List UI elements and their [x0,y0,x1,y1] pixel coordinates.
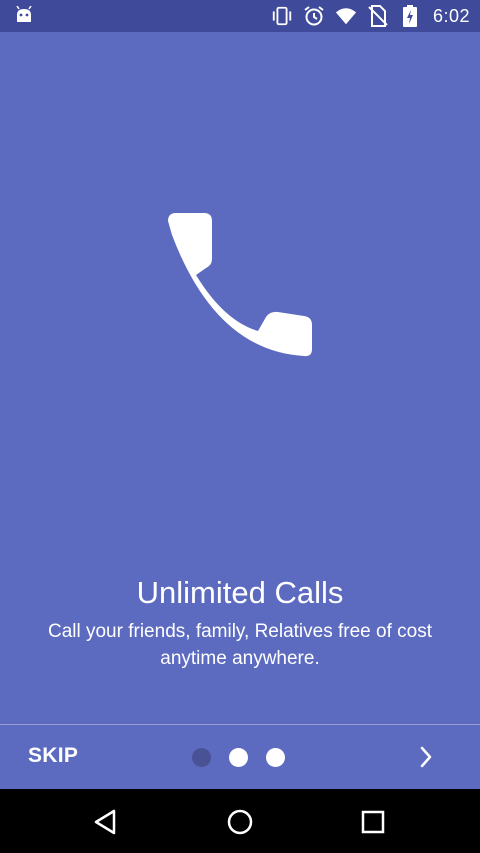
alarm-icon [303,5,325,27]
home-icon [227,809,253,835]
battery-charging-icon [399,5,421,27]
wifi-icon [335,5,357,27]
status-time: 6:02 [432,5,470,26]
navigation-bar [0,789,480,853]
chevron-right-icon [420,746,432,768]
onboarding-screen: 6:02 Unlimited Calls Call your friends, … [0,0,480,853]
page-title: Unlimited Calls [136,575,344,610]
back-icon [94,809,116,835]
phone-icon [156,205,324,365]
page-dot-1[interactable] [192,747,211,767]
vibrate-icon [271,5,293,27]
android-debug-icon [14,5,34,26]
recents-button[interactable] [356,805,390,839]
back-button[interactable] [89,805,123,839]
divider [0,724,480,725]
recents-icon [361,810,385,834]
status-icons: 6:02 [271,0,470,32]
page-indicator [192,747,292,767]
skip-button[interactable]: SKIP [28,744,78,768]
page-description: Call your friends, family, Relatives fre… [47,621,432,669]
next-button[interactable] [412,742,440,772]
page-dot-2[interactable] [229,747,248,767]
status-bar: 6:02 [0,0,480,32]
page-dot-3[interactable] [266,747,285,767]
home-button[interactable] [223,805,257,839]
no-sim-icon [367,5,389,27]
